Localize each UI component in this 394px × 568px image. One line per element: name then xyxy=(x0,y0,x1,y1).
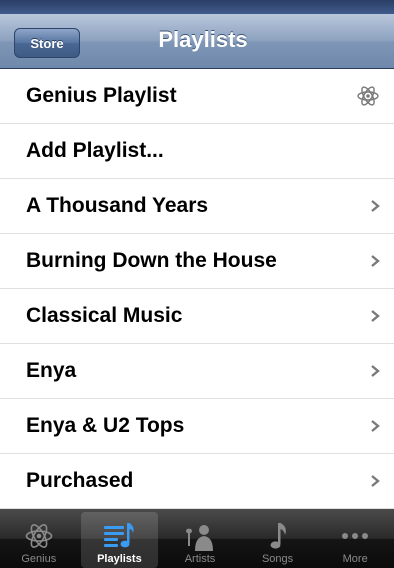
more-icon xyxy=(342,533,369,539)
genius-icon xyxy=(25,524,53,548)
playlist-row-add[interactable]: Add Playlist... xyxy=(0,124,394,179)
playlist-row[interactable]: Classical Music xyxy=(0,289,394,344)
chevron-right-icon xyxy=(371,365,380,377)
chevron-right-icon xyxy=(371,420,380,432)
tab-label: More xyxy=(342,553,368,565)
chevron-right-icon xyxy=(371,255,380,267)
navigation-bar: Store Playlists xyxy=(0,14,394,69)
tab-genius[interactable]: Genius xyxy=(0,509,78,568)
playlist-label: A Thousand Years xyxy=(26,194,209,217)
tab-label: Songs xyxy=(261,553,294,565)
tab-label: Artists xyxy=(184,553,216,565)
tab-artists[interactable]: Artists xyxy=(161,509,239,568)
tab-label: Genius xyxy=(21,553,57,565)
playlist-row-genius[interactable]: Genius Playlist xyxy=(0,69,394,124)
playlist-row[interactable]: Burning Down the House xyxy=(0,234,394,289)
artists-icon xyxy=(185,525,213,551)
playlist-label: Enya xyxy=(26,359,77,382)
chevron-right-icon xyxy=(371,310,380,322)
playlist-row[interactable]: A Thousand Years xyxy=(0,179,394,234)
tab-playlists[interactable]: Playlists xyxy=(80,512,159,568)
tab-bar: Genius Playlists Artists Songs More xyxy=(0,509,394,568)
songs-icon xyxy=(270,523,286,549)
chevron-right-icon xyxy=(371,200,380,212)
playlist-label: Add Playlist... xyxy=(26,139,164,162)
playlist-label: Purchased xyxy=(26,469,134,492)
status-bar xyxy=(0,0,394,14)
playlist-row[interactable]: Enya & U2 Tops xyxy=(0,399,394,454)
tab-songs[interactable]: Songs xyxy=(239,509,317,568)
playlist-label: Burning Down the House xyxy=(26,249,277,272)
playlist-label: Genius Playlist xyxy=(26,84,177,107)
genius-icon xyxy=(357,86,379,106)
playlists-icon xyxy=(104,523,134,548)
playlist-row[interactable]: Purchased xyxy=(0,454,394,509)
page-title: Playlists xyxy=(158,27,248,52)
tab-label: Playlists xyxy=(97,553,142,565)
playlist-row[interactable]: Enya xyxy=(0,344,394,399)
playlist-label: Enya & U2 Tops xyxy=(26,414,185,437)
tab-more[interactable]: More xyxy=(316,509,394,568)
playlist-list: Genius Playlist Add Playlist... A Thousa… xyxy=(0,69,394,509)
chevron-right-icon xyxy=(371,475,380,487)
playlist-label: Classical Music xyxy=(26,304,183,327)
